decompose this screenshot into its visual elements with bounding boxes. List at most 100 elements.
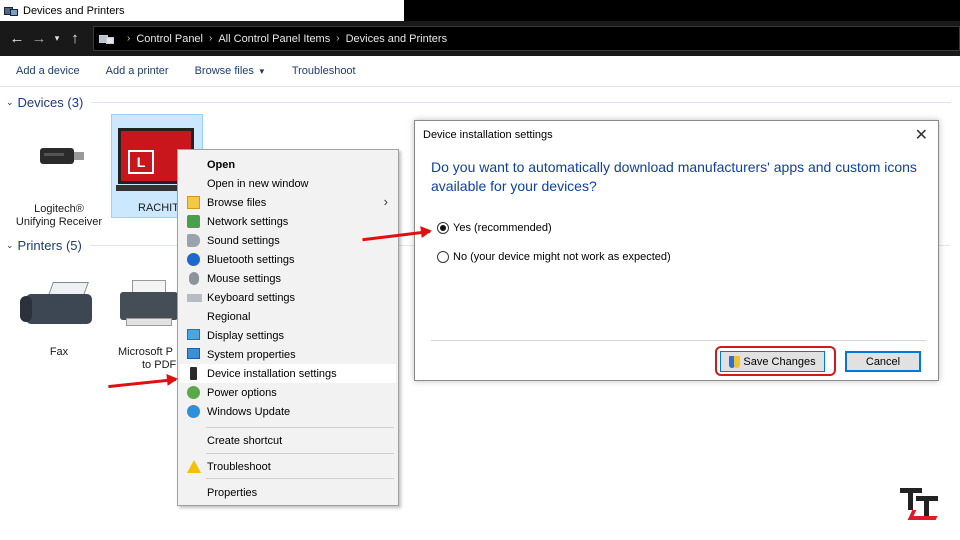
- recent-locations-chevron-icon[interactable]: ▾: [50, 33, 64, 44]
- bluetooth-icon: [187, 253, 200, 266]
- radio-no-label: No (your device might not work as expect…: [453, 251, 671, 263]
- network-icon: [187, 215, 200, 228]
- browse-files-button[interactable]: Browse files ▼: [195, 65, 266, 77]
- printer-pdf-line1: Microsoft P: [118, 346, 174, 358]
- context-menu: Open Open in new window Browse files › N…: [177, 149, 399, 506]
- update-icon: [187, 405, 200, 418]
- menu-item-properties[interactable]: Properties: [180, 483, 396, 502]
- add-printer-button[interactable]: Add a printer: [106, 65, 169, 77]
- dialog-divider: [431, 340, 926, 341]
- system-icon: [187, 348, 200, 359]
- menu-item-label: Browse files: [207, 196, 267, 209]
- close-icon[interactable]: ✕: [915, 125, 928, 145]
- menu-item-windows-update[interactable]: Windows Update: [180, 402, 396, 421]
- save-highlight-ring: [715, 346, 836, 376]
- device-rachit-label: RACHIT: [138, 202, 179, 214]
- power-icon: [187, 386, 200, 399]
- dialog-title: Device installation settings: [423, 129, 553, 141]
- command-bar: Add a device Add a printer Browse files ▼…: [0, 56, 960, 86]
- forward-arrow-icon[interactable]: →: [28, 30, 50, 47]
- window-title: Devices and Printers: [23, 4, 125, 17]
- menu-item-label: Create shortcut: [207, 434, 283, 447]
- mouse-icon: [189, 272, 199, 285]
- window-titlebar: Devices and Printers: [0, 0, 404, 21]
- radio-no-option[interactable]: No (your device might not work as expect…: [437, 251, 671, 263]
- titlebar-extension: [404, 0, 960, 21]
- breadcrumb-all-items[interactable]: All Control Panel Items: [218, 33, 330, 45]
- menu-item-open-new-window[interactable]: Open in new window: [180, 174, 396, 193]
- menu-item-mouse-settings[interactable]: Mouse settings: [180, 269, 396, 288]
- printer-pdf-label: Microsoft P to PDF: [118, 346, 178, 372]
- device-logitech-line1: Logitech®: [34, 203, 84, 215]
- menu-item-label: Network settings: [207, 215, 289, 228]
- printer-pdf-line2: to PDF: [142, 359, 177, 371]
- devices-printers-icon: [4, 5, 18, 17]
- control-panel-icon: [99, 33, 115, 45]
- menu-item-create-shortcut[interactable]: Create shortcut: [180, 431, 396, 450]
- device-logitech-line2: Unifying Receiver: [15, 216, 103, 228]
- menu-item-label: Bluetooth settings: [207, 253, 295, 266]
- chevron-right-icon: ›: [383, 194, 388, 209]
- radio-no[interactable]: [437, 251, 449, 263]
- printer-fax-label: Fax: [49, 346, 69, 358]
- printers-group-label: Printers (5): [17, 238, 82, 253]
- menu-item-regional[interactable]: Regional: [180, 307, 396, 326]
- address-bar[interactable]: › Control Panel › All Control Panel Item…: [93, 26, 960, 51]
- radio-yes-label: Yes (recommended): [453, 222, 552, 234]
- menu-item-label: Open: [207, 158, 236, 171]
- site-logo-icon: [900, 488, 941, 524]
- menu-item-bluetooth-settings[interactable]: Bluetooth settings: [180, 250, 396, 269]
- menu-item-label: System properties: [207, 348, 296, 361]
- menu-item-keyboard-settings[interactable]: Keyboard settings: [180, 288, 396, 307]
- menu-item-browse-files[interactable]: Browse files ›: [180, 193, 396, 212]
- menu-item-label: Power options: [207, 386, 277, 399]
- dialog-question: Do you want to automatically download ma…: [431, 159, 917, 194]
- browse-files-label: Browse files: [194, 65, 254, 77]
- devices-group-header[interactable]: ⌄ Devices (3): [6, 95, 952, 110]
- menu-item-troubleshoot[interactable]: Troubleshoot: [180, 457, 396, 476]
- menu-item-label: Windows Update: [207, 405, 291, 418]
- menu-item-label: Display settings: [207, 329, 285, 342]
- menu-item-open[interactable]: Open: [180, 155, 396, 174]
- chevron-down-icon: ⌄: [6, 240, 14, 250]
- radio-yes[interactable]: [437, 222, 449, 234]
- speaker-icon: [187, 234, 200, 247]
- menu-separator: [206, 453, 394, 454]
- breadcrumb-devices-printers[interactable]: Devices and Printers: [346, 33, 448, 45]
- breadcrumb-separator-icon[interactable]: ›: [209, 33, 212, 44]
- radio-yes-option[interactable]: Yes (recommended): [437, 222, 552, 234]
- menu-item-label: Sound settings: [207, 234, 280, 247]
- command-bar-divider: [0, 86, 960, 87]
- menu-item-network-settings[interactable]: Network settings: [180, 212, 396, 231]
- fax-icon[interactable]: [20, 282, 96, 328]
- device-installation-dialog: Device installation settings ✕ Do you wa…: [414, 120, 939, 381]
- menu-item-display-settings[interactable]: Display settings: [180, 326, 396, 345]
- chevron-down-icon: ▼: [257, 67, 266, 76]
- cancel-button[interactable]: Cancel: [845, 351, 921, 372]
- up-arrow-icon[interactable]: ↑: [64, 30, 86, 47]
- display-icon: [187, 329, 200, 340]
- printer-icon[interactable]: [120, 280, 178, 328]
- chevron-down-icon: ⌄: [6, 97, 14, 107]
- menu-item-label: Troubleshoot: [207, 460, 271, 473]
- menu-item-device-installation-settings[interactable]: Device installation settings: [180, 364, 396, 383]
- navigation-bar: ← → ▾ ↑ › Control Panel › All Control Pa…: [0, 21, 960, 56]
- breadcrumb-separator-icon[interactable]: ›: [127, 33, 130, 44]
- device-logitech-label[interactable]: Logitech® Unifying Receiver: [14, 203, 104, 229]
- keyboard-icon: [187, 294, 202, 302]
- menu-item-label: Open in new window: [207, 177, 309, 190]
- menu-separator: [206, 478, 394, 479]
- usb-receiver-icon[interactable]: [40, 148, 84, 164]
- breadcrumb-control-panel[interactable]: Control Panel: [136, 33, 203, 45]
- menu-item-label: Regional: [207, 310, 251, 323]
- devices-group-label: Devices (3): [17, 95, 84, 110]
- troubleshoot-button[interactable]: Troubleshoot: [292, 65, 356, 77]
- menu-item-power-options[interactable]: Power options: [180, 383, 396, 402]
- breadcrumb-separator-icon[interactable]: ›: [336, 33, 339, 44]
- add-device-button[interactable]: Add a device: [16, 65, 80, 77]
- back-arrow-icon[interactable]: ←: [6, 30, 28, 47]
- device-tower-icon: [190, 367, 197, 380]
- menu-item-system-properties[interactable]: System properties: [180, 345, 396, 364]
- menu-item-label: Properties: [207, 486, 258, 499]
- menu-item-label: Keyboard settings: [207, 291, 296, 304]
